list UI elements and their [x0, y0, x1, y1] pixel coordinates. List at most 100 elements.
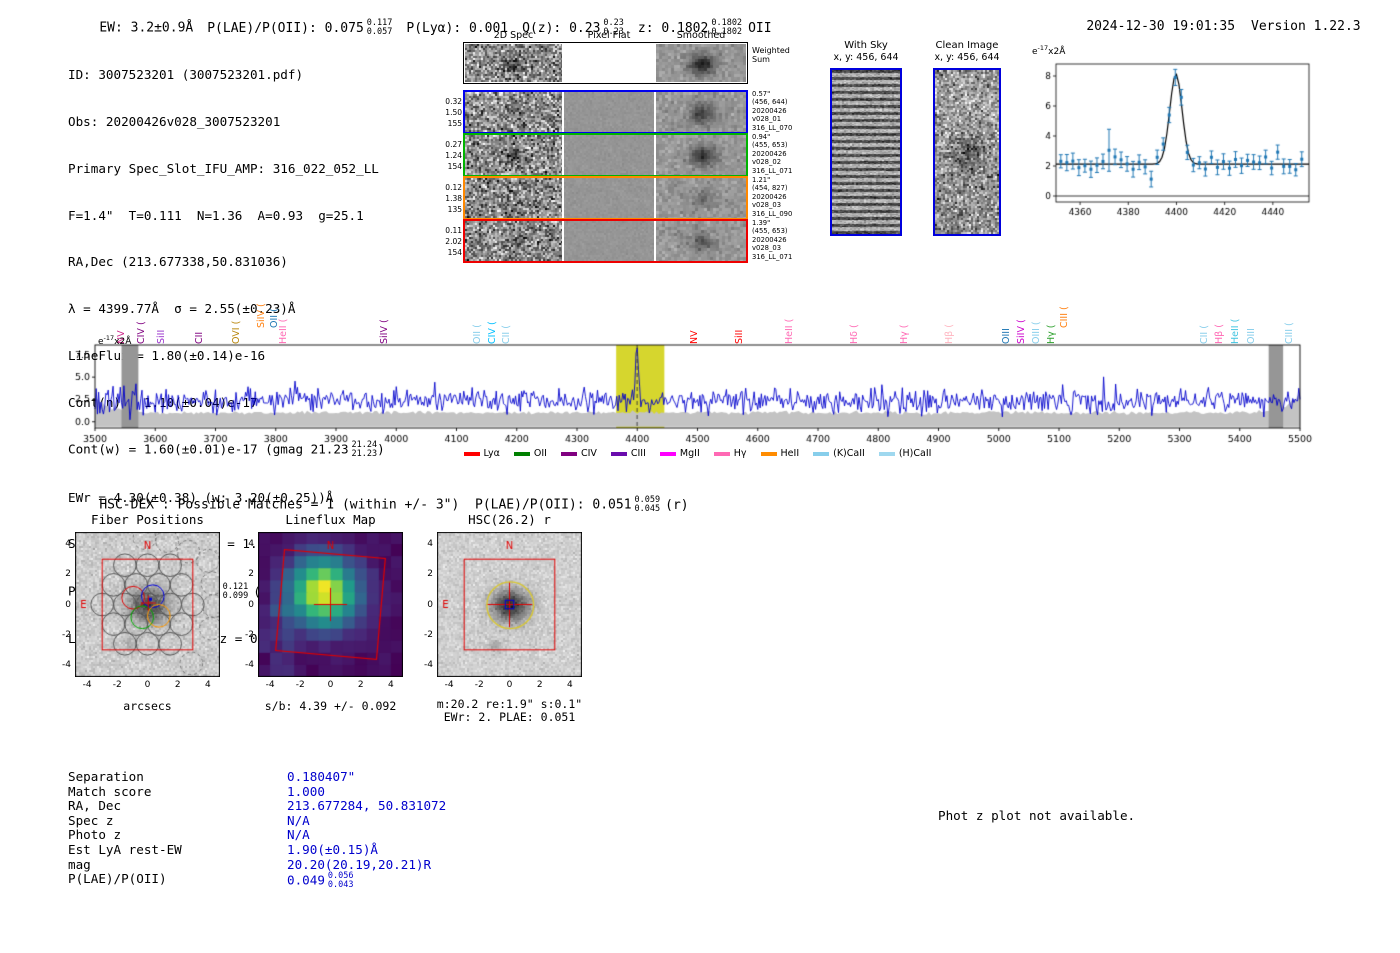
full-spectrum-plot [70, 340, 1315, 446]
tick-label-y: 2 [248, 569, 254, 580]
tick-label-x: -4 [444, 680, 454, 690]
hsc-plae-range: 0.059 0.045 [634, 495, 661, 514]
tick-label-y: -4 [424, 659, 433, 670]
tick-label-x: -2 [112, 680, 122, 690]
fiber-positions-title: Fiber Positions [91, 512, 204, 527]
legend-label: (K)CaII [833, 448, 865, 459]
tick-label-y: 2 [65, 569, 71, 580]
fiber-xlabel: arcsecs [123, 699, 172, 713]
tick-label-x: 2 [174, 680, 181, 690]
withsky-coords: x, y: 456, 644 [833, 52, 899, 63]
spec2d-col-header: Pixel Flat [587, 30, 631, 41]
hsc-cutout-title: HSC(26.2) r [468, 512, 551, 527]
legend-label: Lyα [483, 448, 500, 459]
spec2d-row-frame [463, 219, 748, 263]
info-id: ID: 3007523201 (3007523201.pdf) [68, 67, 304, 83]
spec2d-row-weights: 0.12 1.38 135 [445, 183, 462, 214]
tick-label-x: 4 [205, 680, 211, 690]
match-value-mag: 20.20(20.19,20.21)R [287, 856, 432, 872]
header-meta: 2024-12-30 19:01:35 Version 1.22.3 [1055, 4, 1361, 49]
match-value-restew: 1.90(±0.15)Å [287, 841, 378, 857]
header-plae-range: 0.117 0.057 [366, 18, 393, 37]
lineflux-map-title: Lineflux Map [285, 512, 376, 527]
match-label-photoz: Photo z [68, 827, 122, 843]
match-value-plae: 0.049 0.056 0.043 [287, 871, 354, 890]
tick-label-y: 0 [248, 599, 254, 610]
match-label-mag: mag [68, 856, 91, 872]
legend-item: CIV [560, 448, 597, 459]
tick-label-y: -4 [62, 659, 71, 670]
legend-swatch [760, 451, 777, 456]
spectrum-legend: Lyα OII CIV CIII MgII Hγ HeII (K)CaII (H)CaII [95, 448, 1300, 459]
hsc-band: (r) [665, 497, 689, 513]
info-slot: Primary Spec_Slot_IFU_AMP: 316_022_052_L… [68, 160, 379, 176]
hsc-phot-caption: m:20.2 re:1.9" s:0.1" [436, 697, 583, 711]
legend-item: Hγ [713, 448, 747, 459]
tick-label-y: 4 [248, 539, 254, 550]
main-ylabel: e-17x2Å [98, 334, 132, 347]
spec2d-row-annotation: 1.21" (454, 827) 20200426 v028_03 316_LL_090 [752, 176, 793, 218]
header-plae: P(LAE)/P(OII): 0.075 [207, 20, 364, 36]
match-value-radec: 213.677284, 50.831072 [287, 798, 447, 814]
legend-label: MgII [679, 448, 700, 459]
legend-label: CIV [580, 448, 597, 459]
tick-label-x: 4 [388, 680, 394, 690]
legend-item: OII [513, 448, 547, 459]
match-value-specz: N/A [287, 812, 310, 828]
legend-label: CIII [630, 448, 646, 459]
legend-label: HeII [780, 448, 800, 459]
header-ew: EW: 3.2±0.9Å [99, 20, 194, 36]
tick-label-y: -2 [62, 629, 71, 640]
report-timestamp: 2024-12-30 19:01:35 [1086, 19, 1236, 34]
clean-title: Clean Image [935, 40, 999, 51]
legend-label: (H)CaII [898, 448, 932, 459]
report-version: Version 1.22.3 [1251, 19, 1361, 34]
match-label-score: Match score [68, 783, 152, 799]
legend-swatch [713, 451, 730, 456]
hsc-cutout-image [437, 532, 582, 677]
lineflux-sb-caption: s/b: 4.39 +/- 0.092 [264, 699, 397, 713]
weighted-row-frame [463, 42, 748, 84]
lineflux-map-plot [258, 532, 403, 677]
match-label-restew: Est LyA rest-EW [68, 841, 182, 857]
match-value-photoz: N/A [287, 827, 310, 843]
info-seeing: F=1.4" T=0.111 N=1.36 A=0.93 g=25.1 [68, 207, 364, 223]
legend-swatch [878, 451, 895, 456]
tick-label-y: 0 [427, 599, 433, 610]
legend-label: OII [533, 448, 547, 459]
spec2d-row-frame [463, 176, 748, 220]
tick-label-y: -2 [424, 629, 433, 640]
tick-label-x: -4 [82, 680, 92, 690]
tick-label-y: -2 [245, 629, 254, 640]
match-label-specz: Spec z [68, 812, 114, 828]
withsky-title: With Sky [844, 40, 888, 51]
spec2d-row-frame [463, 133, 748, 177]
match-value-score: 1.000 [287, 783, 325, 799]
spec2d-row-annotation: 0.94" (455, 653) 20200426 v028_02 316_LL_071 [752, 133, 793, 175]
photz-note: Phot z plot not available. [938, 808, 1136, 823]
legend-swatch [513, 451, 530, 456]
spec2d-row-annotation: 1.39" (455, 653) 20200426 v028_03 316_LL_071 [752, 219, 793, 261]
catalog-match-table: Separation 0.180407" Match score 1.000 RA,… [68, 769, 447, 890]
tick-label-x: 0 [506, 680, 513, 690]
clean-coords: x, y: 456, 644 [934, 52, 1000, 63]
withsky-image [832, 70, 900, 234]
tick-label-y: 4 [65, 539, 71, 550]
spec2d-row-annotation: 0.57" (456, 644) 20200426 v028_01 316_LL_070 [752, 90, 793, 132]
legend-swatch [813, 451, 830, 456]
tick-label-x: -4 [265, 680, 275, 690]
tick-label-x: 2 [357, 680, 364, 690]
spec2d-col-header: Smoothed [676, 30, 726, 41]
fiber-positions-plot [75, 532, 220, 677]
spec2d-row-frame [463, 90, 748, 134]
spec2d-row-weights: 0.11 2.02 154 [445, 226, 462, 257]
plae-range: 0.121 0.099 [222, 582, 249, 601]
info-obs: Obs: 20200426v028_3007523201 [68, 113, 281, 129]
elixer-report: EW: 3.2±0.9Å P(LAE)/P(OII): 0.075 0.117 0.0… [0, 0, 1400, 953]
tick-label-y: 2 [427, 569, 433, 580]
match-label-separation: Separation [68, 769, 144, 784]
line-label-siiv: SiIV ( [255, 303, 267, 328]
legend-item: (H)CaII [878, 448, 932, 459]
legend-item: HeII [760, 448, 800, 459]
match-value-separation: 0.180407" [287, 769, 356, 784]
